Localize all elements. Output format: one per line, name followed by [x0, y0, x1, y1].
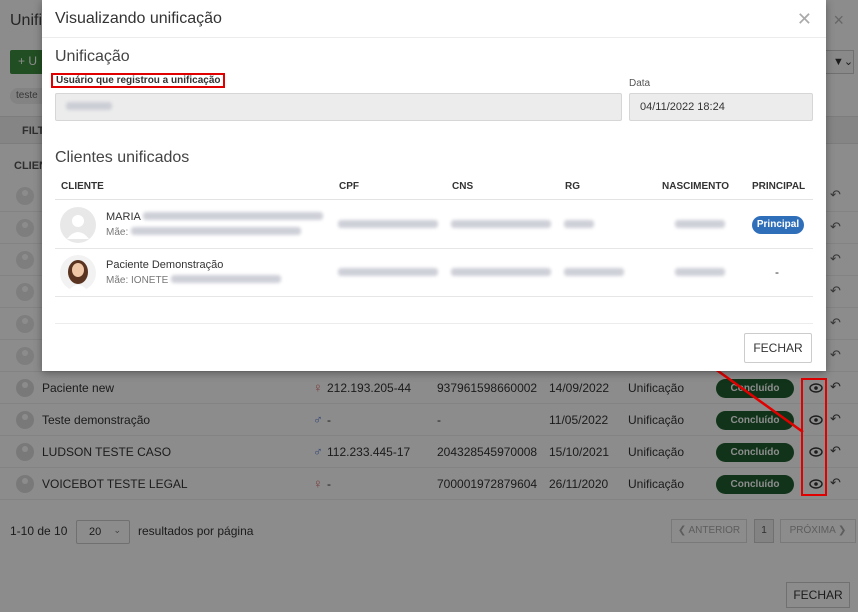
col-cliente: CLIENTE [61, 181, 104, 192]
redacted-rg [564, 268, 624, 276]
col-nascimento: NASCIMENTO [662, 181, 730, 192]
redacted-cpf [338, 268, 438, 276]
date-field[interactable]: 04/11/2022 18:24 [629, 93, 813, 121]
user-placeholder-icon [67, 215, 89, 239]
section-title-clientes: Clientes unificados [55, 149, 190, 166]
patient-photo [68, 260, 88, 291]
close-icon[interactable]: ✕ [797, 9, 812, 30]
redacted-rg [564, 220, 594, 228]
col-cns: CNS [452, 181, 474, 192]
col-principal: PRINCIPAL [752, 181, 806, 192]
col-rg: RG [565, 181, 580, 192]
client-mother: Mãe: [106, 227, 302, 238]
redacted-text [171, 275, 282, 283]
redacted-cns [451, 220, 551, 228]
redacted-birthdate [675, 268, 725, 276]
section-title-unificacao: Unificação [55, 48, 130, 65]
client-name: MARIA [106, 211, 324, 223]
user-field-label: Usuário que registrou a unificação [51, 73, 226, 88]
principal-badge: Principal [752, 216, 804, 234]
clients-table-header: CLIENTE CPF CNS RG NASCIMENTO PRINCIPAL [55, 178, 813, 200]
modal-header: Visualizando unificação ✕ [42, 0, 826, 38]
avatar [60, 255, 96, 291]
redacted-birthdate [675, 220, 725, 228]
client-name: Paciente Demonstração [106, 259, 224, 271]
col-cpf: CPF [339, 181, 359, 192]
redacted-text [66, 102, 112, 110]
user-field[interactable] [55, 93, 622, 121]
date-field-label: Data [629, 78, 651, 89]
view-unification-modal: Visualizando unificação ✕ Unificação Usu… [42, 0, 826, 371]
close-button[interactable]: FECHAR [744, 333, 812, 363]
avatar [60, 207, 96, 243]
redacted-cpf [338, 220, 438, 228]
modal-title: Visualizando unificação [55, 10, 222, 27]
modal-footer-divider [55, 323, 813, 324]
table-row: Paciente Demonstração Mãe: IONETE - [55, 249, 813, 297]
table-row: MARIA Mãe: Principal [55, 201, 813, 249]
redacted-text [143, 212, 324, 220]
redacted-cns [451, 268, 551, 276]
principal-empty: - [775, 265, 779, 279]
redacted-text [131, 227, 302, 235]
client-mother: Mãe: IONETE [106, 275, 282, 286]
